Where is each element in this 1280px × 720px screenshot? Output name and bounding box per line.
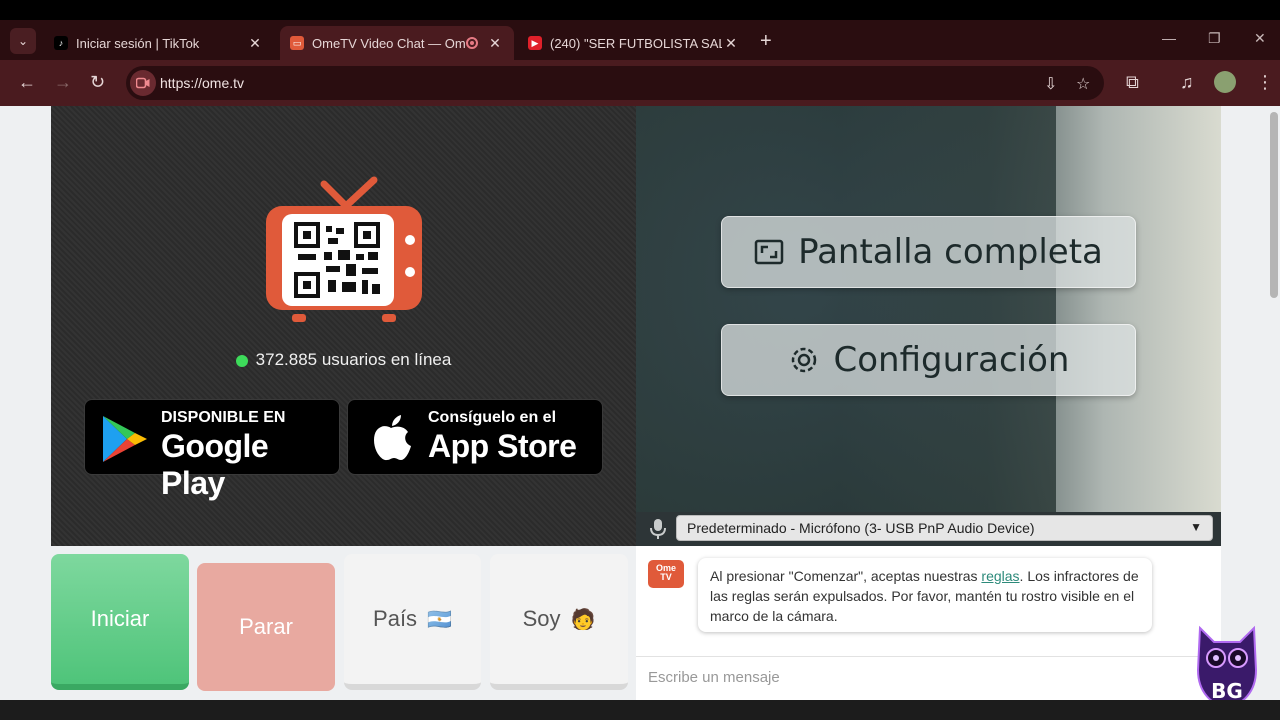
- fullscreen-button[interactable]: Pantalla completa: [721, 216, 1136, 288]
- address-bar[interactable]: https://ome.tv ⇩ ☆: [126, 66, 1104, 100]
- apple-icon: [374, 415, 411, 461]
- extensions-icon[interactable]: ⧉: [1126, 72, 1139, 92]
- ometv-qr-logo: [264, 176, 424, 327]
- partner-video-panel: 372.885 usuarios en línea DISPONIBLE EN …: [51, 106, 636, 546]
- app-store-badge[interactable]: Consíguelo en el App Store: [347, 399, 603, 475]
- recording-icon: [466, 37, 478, 49]
- tab-label: OmeTV Video Chat — Ome: [312, 35, 466, 51]
- screen-top-strip: [0, 0, 1280, 20]
- settings-button[interactable]: Configuración: [721, 324, 1136, 396]
- microphone-bar: Predeterminado - Micrófono (3- USB PnP A…: [636, 512, 1221, 546]
- site-camera-icon[interactable]: [130, 70, 156, 96]
- url-text: https://ome.tv: [160, 75, 245, 91]
- tab-youtube[interactable]: ▶ (240) "SER FUTBOLISTA SALE M ✕: [518, 26, 750, 60]
- youtube-icon: ▶: [528, 36, 542, 50]
- google-play-badge[interactable]: DISPONIBLE EN Google Play: [84, 399, 340, 501]
- chat-panel: Ome TV Al presionar "Comenzar", aceptas n…: [636, 546, 1221, 700]
- window-close-icon[interactable]: ✕: [1254, 30, 1266, 47]
- close-icon[interactable]: ✕: [486, 35, 504, 52]
- tab-label: (240) "SER FUTBOLISTA SALE M: [550, 35, 722, 51]
- forward-arrow-icon[interactable]: →: [54, 72, 72, 92]
- page-scrollbar-thumb[interactable]: [1270, 112, 1278, 298]
- chevron-down-icon: ▼: [1190, 520, 1202, 534]
- os-taskbar: [0, 700, 1280, 720]
- profile-avatar[interactable]: [1214, 71, 1236, 93]
- microphone-select[interactable]: Predeterminado - Micrófono (3- USB PnP A…: [676, 515, 1213, 541]
- browser-tab-bar: ⌄ ♪ Iniciar sesión | TikTok ✕ ▭ OmeTV Vi…: [0, 20, 1280, 60]
- gender-select-button[interactable]: Soy 🧑: [490, 554, 628, 690]
- bg-owl-watermark-logo: BG: [1194, 620, 1260, 710]
- online-users-count: 372.885 usuarios en línea: [51, 350, 636, 370]
- reload-icon[interactable]: ↻: [90, 72, 105, 92]
- gear-icon: [788, 344, 820, 376]
- new-tab-button[interactable]: +: [760, 30, 772, 53]
- tiktok-icon: ♪: [54, 36, 68, 50]
- menu-kebab-icon[interactable]: ⋮: [1256, 72, 1274, 92]
- self-camera-panel: Pantalla completa Configuración: [636, 106, 1221, 546]
- install-app-icon[interactable]: ⇩: [1044, 74, 1057, 94]
- minimize-icon[interactable]: —: [1162, 30, 1176, 46]
- stop-button[interactable]: Parar: [197, 563, 335, 691]
- back-arrow-icon[interactable]: ←: [18, 72, 36, 92]
- rules-link[interactable]: reglas: [981, 568, 1019, 584]
- close-icon[interactable]: ✕: [246, 35, 264, 52]
- tab-label: Iniciar sesión | TikTok: [76, 35, 200, 51]
- person-emoji-icon: 🧑: [570, 608, 596, 631]
- page-content: 372.885 usuarios en línea DISPONIBLE EN …: [0, 106, 1280, 700]
- argentina-flag-icon: 🇦🇷: [427, 608, 452, 631]
- ometv-chat-logo: Ome TV: [648, 560, 684, 588]
- microphone-icon: [650, 519, 666, 539]
- start-button[interactable]: Iniciar: [51, 554, 189, 690]
- online-status-dot: [235, 354, 248, 367]
- tab-ometv[interactable]: ▭ OmeTV Video Chat — Ome ✕: [280, 26, 514, 60]
- ometv-icon: ▭: [290, 36, 304, 50]
- restore-icon[interactable]: ❐: [1208, 30, 1221, 47]
- google-play-icon: [103, 416, 147, 462]
- message-input[interactable]: Escribe un mensaje: [636, 656, 1221, 700]
- country-select-button[interactable]: País 🇦🇷: [344, 554, 481, 690]
- bookmark-star-icon[interactable]: ☆: [1076, 74, 1090, 94]
- fullscreen-icon: [754, 239, 784, 265]
- media-control-icon[interactable]: ♫: [1180, 72, 1194, 92]
- system-message: Al presionar "Comenzar", aceptas nuestra…: [698, 558, 1152, 632]
- close-icon[interactable]: ✕: [722, 35, 740, 52]
- tab-search-button[interactable]: ⌄: [10, 28, 36, 54]
- browser-toolbar: ← → ↻ https://ome.tv ⇩ ☆ ⧉ ♫ ⋮: [0, 60, 1280, 106]
- tab-tiktok[interactable]: ♪ Iniciar sesión | TikTok ✕: [44, 26, 274, 60]
